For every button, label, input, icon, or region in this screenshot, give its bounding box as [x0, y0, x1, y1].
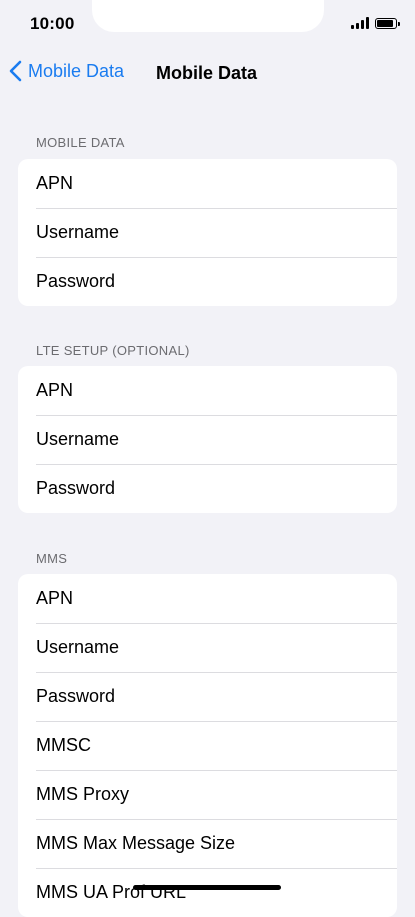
back-button-label: Mobile Data	[28, 60, 125, 81]
mobile-data-username-field[interactable]: Username	[18, 208, 397, 257]
back-button[interactable]: Mobile Data	[9, 60, 124, 82]
section-header-lte-setup: LTE SETUP (OPTIONAL)	[36, 343, 190, 358]
mms-proxy-field[interactable]: MMS Proxy	[18, 770, 397, 819]
battery-icon	[375, 18, 400, 29]
lte-username-field[interactable]: Username	[18, 415, 397, 464]
status-time: 10:00	[30, 14, 75, 33]
lte-password-field[interactable]: Password	[18, 464, 397, 513]
mms-apn-field[interactable]: APN	[18, 574, 397, 623]
mms-password-field[interactable]: Password	[18, 672, 397, 721]
navigation-bar: Mobile Data Mobile Data	[0, 52, 415, 96]
mms-ua-prof-url-field[interactable]: MMS UA Prof URL	[18, 868, 397, 917]
cellular-signal-icon	[351, 17, 369, 29]
page-title: Mobile Data	[156, 63, 258, 83]
status-bar: 10:00	[0, 0, 415, 50]
mobile-data-apn-field[interactable]: APN	[18, 159, 397, 208]
section-header-mobile-data: MOBILE DATA	[36, 135, 125, 150]
mms-username-field[interactable]: Username	[18, 623, 397, 672]
system-icons	[351, 17, 400, 29]
lte-apn-field[interactable]: APN	[18, 366, 397, 415]
section-header-mms: MMS	[36, 551, 68, 566]
chevron-left-icon	[9, 60, 22, 82]
home-indicator[interactable]	[133, 885, 281, 890]
mms-max-message-size-field[interactable]: MMS Max Message Size	[18, 819, 397, 868]
mobile-data-group: APN Username Password	[18, 159, 397, 306]
mobile-data-password-field[interactable]: Password	[18, 257, 397, 306]
device-notch	[92, 0, 324, 32]
mmsc-field[interactable]: MMSC	[18, 721, 397, 770]
mms-group: APN Username Password MMSC MMS Proxy MMS…	[18, 574, 397, 917]
lte-setup-group: APN Username Password	[18, 366, 397, 513]
